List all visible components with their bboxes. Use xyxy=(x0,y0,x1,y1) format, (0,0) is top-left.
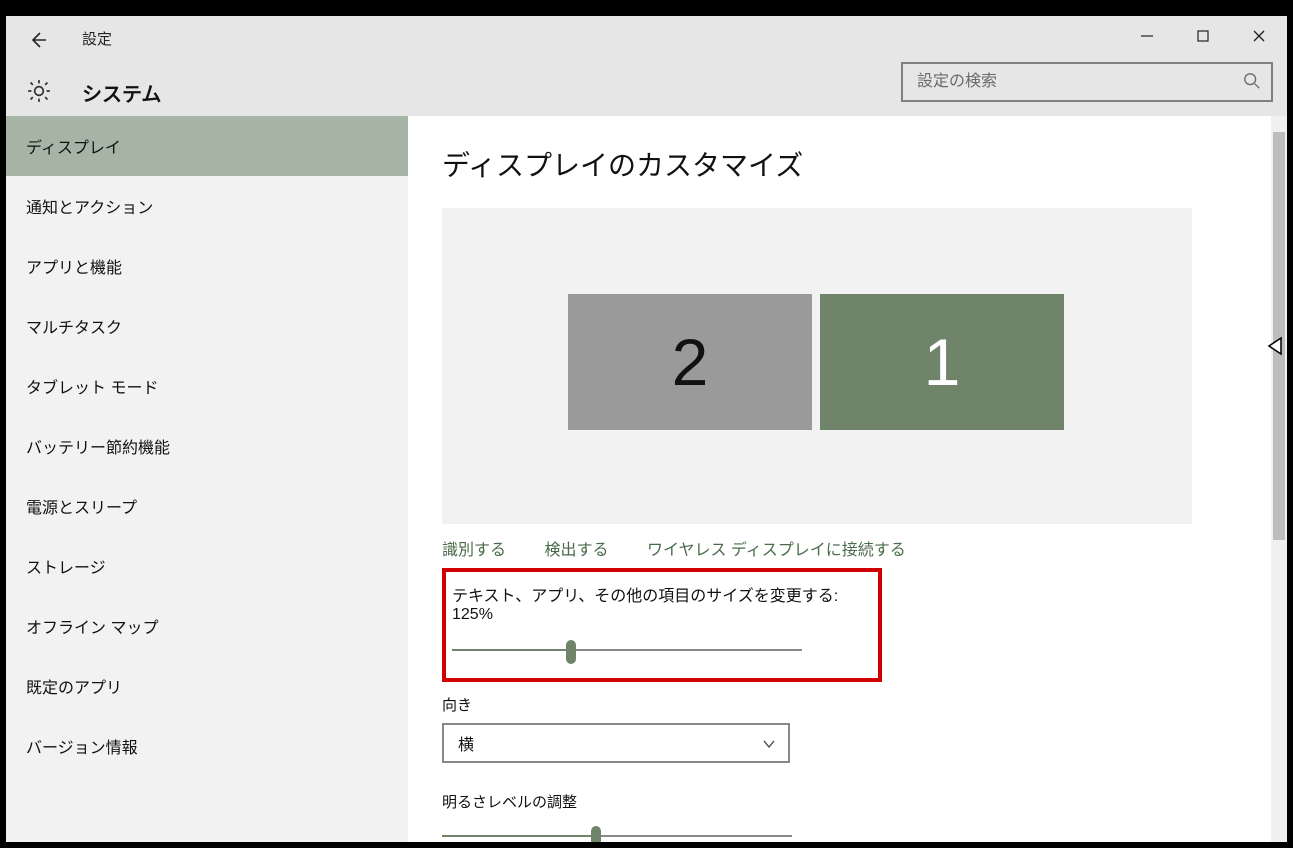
search-icon xyxy=(1243,72,1261,95)
slider-fill xyxy=(442,835,596,837)
chevron-down-icon xyxy=(762,737,776,756)
app-title: 設定 xyxy=(82,28,112,49)
page-heading: ディスプレイのカスタマイズ xyxy=(442,144,1237,184)
sidebar-item-label: 既定のアプリ xyxy=(26,674,122,698)
titlebar: 設定 xyxy=(6,16,1287,62)
sidebar-item-label: アプリと機能 xyxy=(26,254,122,278)
monitor-number: 1 xyxy=(924,324,961,400)
slider-fill xyxy=(452,649,571,651)
brightness-slider[interactable] xyxy=(442,826,792,842)
sidebar-item-storage[interactable]: ストレージ xyxy=(6,536,408,596)
sidebar-item-label: バージョン情報 xyxy=(26,734,138,758)
section-title: システム xyxy=(82,78,161,107)
orientation-label: 向き xyxy=(442,694,1237,715)
vertical-scrollbar[interactable] xyxy=(1271,116,1287,842)
monitor-number: 2 xyxy=(672,324,709,400)
search-box[interactable] xyxy=(901,62,1273,102)
sidebar-item-battery-saver[interactable]: バッテリー節約機能 xyxy=(6,416,408,476)
close-icon xyxy=(1252,29,1266,43)
sidebar-item-default-apps[interactable]: 既定のアプリ xyxy=(6,656,408,716)
identify-link[interactable]: 識別する xyxy=(442,542,506,559)
sidebar-item-power-sleep[interactable]: 電源とスリープ xyxy=(6,476,408,536)
arrow-left-icon xyxy=(28,30,48,50)
sidebar-item-label: マルチタスク xyxy=(26,314,122,338)
main-content: ディスプレイのカスタマイズ 2 1 識別する 検出する ワイヤレス ディスプレイ… xyxy=(408,116,1271,842)
sidebar-item-notifications[interactable]: 通知とアクション xyxy=(6,176,408,236)
display-arrangement-preview[interactable]: 2 1 xyxy=(442,208,1192,524)
sidebar: ディスプレイ 通知とアクション アプリと機能 マルチタスク タブレット モード … xyxy=(6,116,408,842)
sidebar-item-label: ディスプレイ xyxy=(26,134,121,158)
minimize-button[interactable] xyxy=(1119,16,1175,56)
sidebar-item-label: ストレージ xyxy=(26,554,106,578)
settings-window: 設定 システム xyxy=(6,16,1287,842)
sidebar-item-label: 通知とアクション xyxy=(26,194,153,218)
sidebar-item-multitask[interactable]: マルチタスク xyxy=(6,296,408,356)
sidebar-item-offline-maps[interactable]: オフライン マップ xyxy=(6,596,408,656)
orientation-dropdown[interactable]: 横 xyxy=(442,723,790,763)
detect-link[interactable]: 検出する xyxy=(544,542,608,559)
scale-highlight-box: テキスト、アプリ、その他の項目のサイズを変更する: 125% xyxy=(442,568,882,682)
sidebar-item-label: バッテリー節約機能 xyxy=(26,434,170,458)
wireless-display-link[interactable]: ワイヤレス ディスプレイに接続する xyxy=(647,542,906,559)
scrollbar-thumb[interactable] xyxy=(1273,132,1285,540)
display-action-links: 識別する 検出する ワイヤレス ディスプレイに接続する xyxy=(442,536,1237,560)
orientation-value: 横 xyxy=(458,731,474,755)
monitor-1[interactable]: 1 xyxy=(820,294,1064,430)
brightness-label: 明るさレベルの調整 xyxy=(442,791,1237,812)
sidebar-item-label: オフライン マップ xyxy=(26,614,158,638)
search-input[interactable] xyxy=(903,64,1271,100)
sidebar-item-about[interactable]: バージョン情報 xyxy=(6,716,408,776)
slider-thumb[interactable] xyxy=(566,640,576,664)
sidebar-item-tablet-mode[interactable]: タブレット モード xyxy=(6,356,408,416)
close-button[interactable] xyxy=(1231,16,1287,56)
sidebar-item-apps[interactable]: アプリと機能 xyxy=(6,236,408,296)
slider-thumb[interactable] xyxy=(591,826,601,842)
sidebar-item-display[interactable]: ディスプレイ xyxy=(6,116,408,176)
window-header: 設定 システム xyxy=(6,16,1287,116)
scale-slider[interactable] xyxy=(452,640,802,660)
back-button[interactable] xyxy=(18,24,58,56)
gear-icon xyxy=(24,76,54,106)
monitor-2[interactable]: 2 xyxy=(568,294,812,430)
scale-slider-label: テキスト、アプリ、その他の項目のサイズを変更する: 125% xyxy=(452,582,872,624)
sidebar-item-label: タブレット モード xyxy=(26,374,158,398)
minimize-icon xyxy=(1140,29,1154,43)
maximize-icon xyxy=(1196,29,1210,43)
sidebar-item-label: 電源とスリープ xyxy=(26,494,137,518)
maximize-button[interactable] xyxy=(1175,16,1231,56)
